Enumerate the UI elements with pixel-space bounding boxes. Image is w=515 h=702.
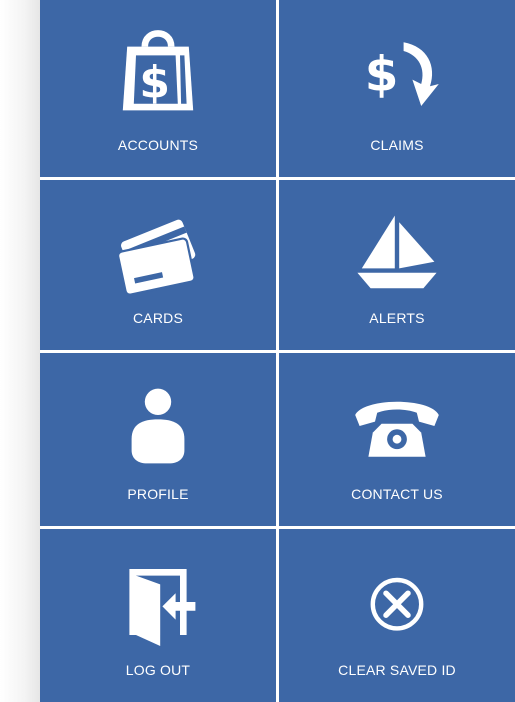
accounts-label: ACCOUNTS bbox=[117, 137, 199, 153]
contact-us-tile[interactable]: CONTACT US bbox=[279, 353, 515, 526]
svg-text:$: $ bbox=[365, 47, 399, 103]
profile-label: PROFILE bbox=[127, 486, 189, 502]
claims-tile[interactable]: $ CLAIMS bbox=[279, 0, 515, 177]
cards-tile[interactable]: CARDS bbox=[40, 180, 276, 350]
telephone-icon bbox=[342, 371, 452, 481]
svg-text:$: $ bbox=[139, 57, 170, 108]
alerts-label: ALERTS bbox=[369, 310, 425, 326]
circle-x-icon bbox=[342, 547, 452, 657]
left-shadow bbox=[0, 0, 40, 702]
clear-saved-id-tile[interactable]: CLEAR SAVED ID bbox=[279, 529, 515, 702]
sailboat-icon bbox=[342, 198, 452, 308]
clear-saved-id-label: CLEAR SAVED ID bbox=[338, 662, 456, 678]
contact-us-label: CONTACT US bbox=[351, 486, 443, 502]
shopping-bag-dollar-icon: $ bbox=[103, 18, 213, 128]
person-icon bbox=[103, 371, 213, 481]
log-out-tile[interactable]: LOG OUT bbox=[40, 529, 276, 702]
main-menu-grid: $ ACCOUNTS $ CLAIMS CARDS ALERTS PROFILE… bbox=[40, 0, 515, 702]
cards-label: CARDS bbox=[132, 310, 183, 326]
alerts-tile[interactable]: ALERTS bbox=[279, 180, 515, 350]
claims-label: CLAIMS bbox=[370, 137, 424, 153]
log-out-label: LOG OUT bbox=[125, 662, 191, 678]
dollar-arrow-icon: $ bbox=[342, 18, 452, 128]
door-exit-icon bbox=[103, 547, 213, 657]
accounts-tile[interactable]: $ ACCOUNTS bbox=[40, 0, 276, 177]
profile-tile[interactable]: PROFILE bbox=[40, 353, 276, 526]
credit-cards-icon bbox=[103, 198, 213, 308]
